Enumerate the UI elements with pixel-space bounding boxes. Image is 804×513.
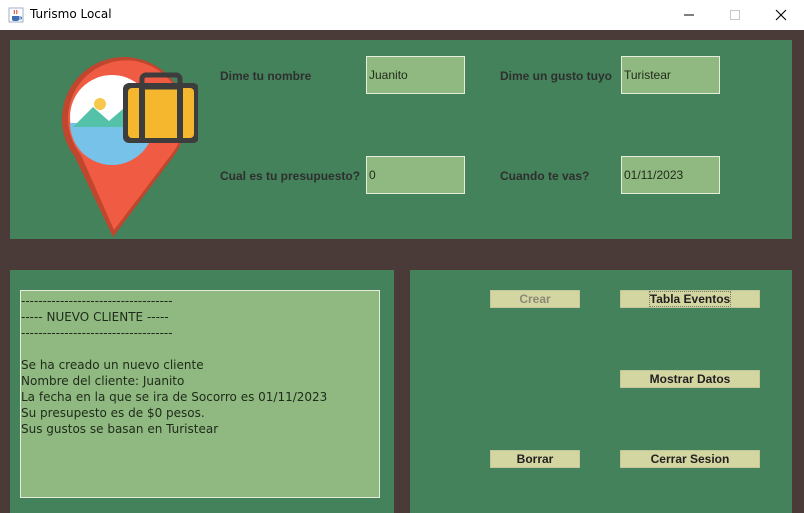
output-textarea[interactable]: ----------------------------------- ----…: [20, 290, 380, 498]
logout-button[interactable]: Cerrar Sesion: [620, 450, 760, 468]
output-line: Sus gustos se basan en Turistear: [21, 422, 219, 436]
form-panel: Dime tu nombre Juanito Dime un gusto tuy…: [10, 40, 792, 239]
minimize-button[interactable]: [666, 0, 712, 30]
date-label: Cuando te vas?: [500, 169, 590, 183]
output-line: ----- NUEVO CLIENTE -----: [21, 310, 169, 324]
output-line: -----------------------------------: [21, 326, 173, 340]
delete-button[interactable]: Borrar: [490, 450, 580, 468]
date-field[interactable]: 01/11/2023: [621, 156, 720, 194]
budget-field[interactable]: 0: [366, 156, 465, 194]
output-line: -----------------------------------: [21, 294, 173, 308]
budget-label: Cual es tu presupuesto?: [220, 169, 361, 183]
taste-field[interactable]: Turistear: [621, 56, 720, 94]
output-line: Nombre del cliente: Juanito: [21, 374, 185, 388]
events-table-label: Tabla Eventos: [648, 291, 732, 307]
maximize-icon: [730, 10, 740, 20]
close-icon: [775, 9, 787, 21]
output-line: Se ha creado un nuevo cliente: [21, 358, 204, 372]
output-line: Su presupesto es de $0 pesos.: [21, 406, 205, 420]
window-title: Turismo Local: [30, 7, 112, 21]
show-data-button[interactable]: Mostrar Datos: [620, 370, 760, 388]
name-field[interactable]: Juanito: [366, 56, 465, 94]
output-line: La fecha en la que se ira de Socorro es …: [21, 390, 328, 404]
actions-panel: Crear Tabla Eventos Mostrar Datos Borrar…: [410, 270, 792, 513]
name-label: Dime tu nombre: [220, 69, 312, 83]
minimize-icon: [684, 14, 694, 16]
close-button[interactable]: [758, 0, 804, 30]
travel-pin-suitcase-icon: [62, 57, 198, 237]
maximize-button[interactable]: [712, 0, 758, 30]
title-bar: Turismo Local: [0, 0, 804, 30]
java-cup-icon: [8, 7, 24, 23]
events-table-button[interactable]: Tabla Eventos: [620, 290, 760, 308]
taste-label: Dime un gusto tuyo: [500, 69, 612, 83]
output-panel: ----------------------------------- ----…: [10, 270, 394, 513]
create-button[interactable]: Crear: [490, 290, 580, 308]
